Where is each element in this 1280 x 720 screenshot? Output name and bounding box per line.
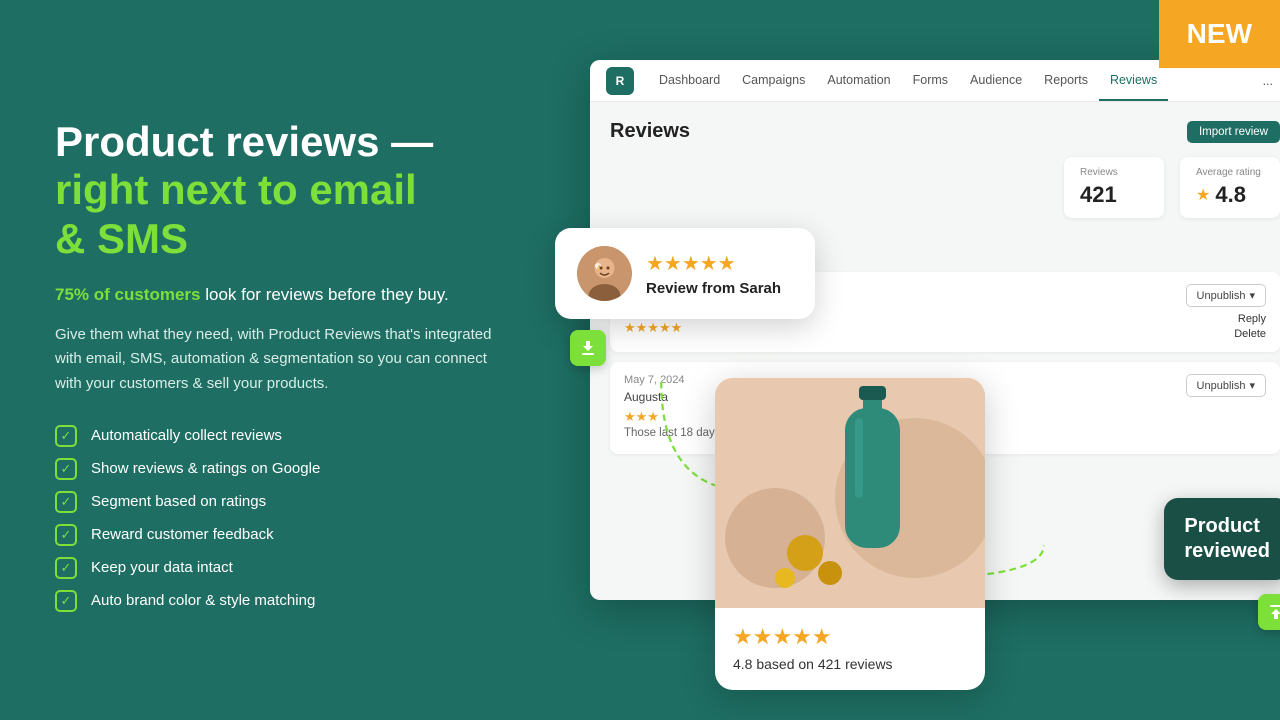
main-headline: Product reviews — right next to email & … [55,118,510,263]
product-reviewed-badge: Product reviewed [1164,498,1280,580]
review-card-name: Review from Sarah [646,280,781,297]
product-card-stars: ★★★★★ [733,624,967,650]
rating-star: ★ [1196,185,1210,205]
headline-line1: Product reviews — [55,118,433,165]
stats-row: Reviews 421 Average rating ★ 4.8 [610,157,1280,218]
review-card-content: ★★★★★ Review from Sarah [646,251,781,297]
nav-audience[interactable]: Audience [959,60,1033,101]
import-review-button[interactable]: Import review [1187,121,1280,143]
product-card-rating-text: 4.8 based on 421 reviews [733,656,967,672]
check-icon: ✓ [55,590,77,612]
feature-item: ✓ Auto brand color & style matching [55,590,510,612]
new-badge: NEW [1159,0,1280,68]
product-image [715,378,985,608]
product-reviewed-line2: reviewed [1184,539,1270,564]
reply-link-1[interactable]: Reply [1238,313,1266,325]
rating-value: 4.8 [1215,182,1246,208]
rating-stat: Average rating ★ 4.8 [1180,157,1280,218]
feature-list: ✓ Automatically collect reviews ✓ Show r… [55,425,510,612]
nav-logo: R [606,67,634,95]
left-panel: Product reviews — right next to email & … [0,0,560,720]
check-icon: ✓ [55,524,77,546]
nav-forms[interactable]: Forms [902,60,959,101]
reviews-header: Reviews Import review [610,120,1280,143]
check-icon: ✓ [55,491,77,513]
upload-icon-pill [1258,594,1280,630]
avatar: 👌 [577,246,632,301]
feature-item: ✓ Segment based on ratings [55,491,510,513]
review-date-2: May 7, 2024 [624,374,685,386]
review-card-float: 👌 ★★★★★ Review from Sarah [555,228,815,319]
stat-highlight: 75% of customers [55,285,201,304]
nav-campaigns[interactable]: Campaigns [731,60,816,101]
product-card-float: ★★★★★ 4.8 based on 421 reviews [715,378,985,690]
nav-items: Dashboard Campaigns Automation Forms Aud… [648,60,1168,101]
delete-link-1[interactable]: Delete [1234,328,1266,340]
unpublish-label-2: Unpublish [1197,380,1246,392]
rating-display: ★ 4.8 [1196,182,1264,208]
unpublish-button-1[interactable]: Unpublish ▾ [1186,284,1266,307]
review-stars-1: ★★★★★ [624,320,1174,336]
nav-reports[interactable]: Reports [1033,60,1099,101]
nav-automation[interactable]: Automation [816,60,901,101]
nav-dashboard[interactable]: Dashboard [648,60,731,101]
right-panel: R Dashboard Campaigns Automation Forms A… [560,0,1280,720]
unpublish-label-1: Unpublish [1197,290,1246,302]
check-icon: ✓ [55,458,77,480]
review-card-stars: ★★★★★ [646,251,781,276]
rating-label: Average rating [1196,167,1264,178]
page-title: Reviews [610,120,690,143]
product-card-info: ★★★★★ 4.8 based on 421 reviews [715,608,985,690]
action-links-1: Reply Delete [1234,313,1266,340]
feature-item: ✓ Show reviews & ratings on Google [55,458,510,480]
reviews-value: 421 [1080,182,1148,208]
review-actions-1: Unpublish ▾ Reply Delete [1186,284,1266,340]
check-icon: ✓ [55,425,77,447]
unpublish-button-2[interactable]: Unpublish ▾ [1186,374,1266,397]
description-text: Give them what they need, with Product R… [55,323,510,397]
feature-item: ✓ Reward customer feedback [55,524,510,546]
download-icon-pill [570,330,606,366]
review-actions-2: Unpublish ▾ [1186,374,1266,397]
headline-line3-green: & SMS [55,215,188,262]
reviews-label: Reviews [1080,167,1148,178]
check-icon: ✓ [55,557,77,579]
reviews-stat: Reviews 421 [1064,157,1164,218]
product-reviewed-line1: Product [1184,514,1270,539]
feature-item: ✓ Keep your data intact [55,557,510,579]
headline-line2-green: right next to email [55,166,417,213]
feature-item: ✓ Automatically collect reviews [55,425,510,447]
stat-text: look for reviews before they buy. [201,285,449,304]
subheadline: 75% of customers look for reviews before… [55,283,510,307]
author-name-2: Augusta [624,390,668,404]
